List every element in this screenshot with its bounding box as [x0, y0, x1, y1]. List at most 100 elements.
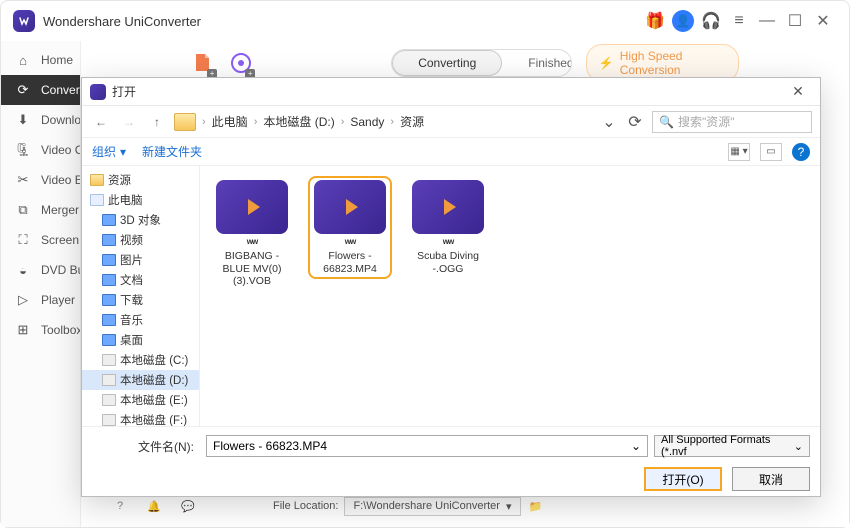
breadcrumb-sep: ›: [202, 116, 206, 128]
tree-item[interactable]: 本地磁盘 (C:): [82, 350, 199, 370]
dialog-nav: ← → ↑ › 此电脑 › 本地磁盘 (D:) › Sandy › 资源 ⌄ ⟳…: [82, 106, 820, 138]
help-button[interactable]: ?: [792, 143, 810, 161]
filename-label: 文件名(N):: [92, 438, 200, 455]
high-speed-label: High Speed Conversion: [620, 49, 726, 77]
tree-item[interactable]: 本地磁盘 (F:): [82, 410, 199, 426]
tree-item[interactable]: 图片: [82, 250, 199, 270]
nav-forward-button[interactable]: →: [118, 111, 140, 133]
tree-label: 本地磁盘 (D:): [120, 372, 188, 388]
tree-label: 图片: [120, 252, 143, 268]
file-item[interactable]: wwScuba Diving -.OGG: [406, 176, 490, 279]
organize-menu[interactable]: 组织▾: [92, 143, 126, 160]
view-mode-button[interactable]: ▦ ▾: [728, 143, 750, 161]
file-brand: ww: [220, 236, 284, 246]
file-item[interactable]: ww Flowers - 66823.MP4: [308, 176, 392, 279]
tab-converting[interactable]: Converting: [392, 50, 502, 76]
breadcrumb-dropdown[interactable]: ⌄: [600, 112, 618, 132]
maximize-button[interactable]: ☐: [781, 7, 809, 35]
tree-item[interactable]: 视频: [82, 230, 199, 250]
nav-label: Merger: [41, 203, 79, 217]
chevron-down-icon: ⌄: [794, 440, 803, 453]
nav-label: Screen Recorder: [41, 233, 80, 247]
tree-icon: [102, 294, 116, 306]
sidebar-item[interactable]: ⟳Converter: [1, 75, 80, 105]
tree-icon: [102, 314, 116, 326]
breadcrumb[interactable]: 此电脑: [212, 113, 248, 130]
file-brand: ww: [416, 236, 480, 246]
tree-item[interactable]: 音乐: [82, 310, 199, 330]
tree-item[interactable]: 此电脑: [82, 190, 199, 210]
nav-back-button[interactable]: ←: [90, 111, 112, 133]
sidebar-item[interactable]: ✂Video Editor: [1, 165, 80, 195]
file-brand: ww: [318, 236, 382, 246]
app-title: Wondershare UniConverter: [43, 14, 201, 29]
sidebar-item[interactable]: ⬇Downloader: [1, 105, 80, 135]
tree-icon: [102, 374, 116, 386]
add-file-button[interactable]: +: [191, 49, 215, 77]
support-icon[interactable]: 🎧: [697, 7, 725, 35]
tree-item[interactable]: 3D 对象: [82, 210, 199, 230]
bell-icon[interactable]: 🔔: [145, 497, 163, 515]
sidebar-item[interactable]: ◒ DVD Burner: [1, 255, 80, 285]
nav-icon: ◒: [15, 262, 31, 278]
user-avatar[interactable]: 👤: [669, 7, 697, 35]
nav-icon: ⊞: [15, 322, 31, 338]
tree-item[interactable]: 本地磁盘 (E:): [82, 390, 199, 410]
search-icon: 🔍: [659, 115, 674, 129]
tree-item[interactable]: 文档: [82, 270, 199, 290]
nav-icon: ⛶: [15, 232, 31, 248]
tree-item[interactable]: 下载: [82, 290, 199, 310]
search-placeholder: 搜索"资源": [678, 113, 735, 130]
refresh-button[interactable]: ⟳: [624, 112, 646, 132]
cancel-button[interactable]: 取消: [732, 467, 810, 491]
filename-input[interactable]: Flowers - 66823.MP4 ⌄: [206, 435, 648, 457]
open-folder-icon[interactable]: 📁: [527, 497, 545, 515]
tree-item[interactable]: 资源: [82, 170, 199, 190]
gift-icon[interactable]: 🎁: [641, 7, 669, 35]
open-file-dialog: 打开 ✕ ← → ↑ › 此电脑 › 本地磁盘 (D:) › Sandy › 资…: [81, 77, 821, 497]
breadcrumb[interactable]: 资源: [400, 113, 424, 130]
file-location-label: File Location:: [273, 500, 338, 512]
file-location-select[interactable]: F:\Wondershare UniConverter ▾: [344, 497, 520, 516]
file-item[interactable]: ww BIGBANG - BLUE MV(0)(3).VOB: [210, 176, 294, 292]
breadcrumb[interactable]: 本地磁盘 (D:): [263, 113, 334, 130]
sidebar-item[interactable]: ▷Player: [1, 285, 80, 315]
add-dvd-button[interactable]: +: [229, 49, 253, 77]
file-type-filter[interactable]: All Supported Formats (*.nvf ⌄: [654, 435, 810, 457]
tab-finished[interactable]: Finished: [502, 50, 572, 76]
dialog-close-button[interactable]: ✕: [784, 83, 812, 100]
sidebar-item[interactable]: ⧉Merger: [1, 195, 80, 225]
tree-item[interactable]: 本地磁盘 (D:): [82, 370, 199, 390]
tree-icon: [102, 234, 116, 246]
nav-icon: ✂: [15, 172, 31, 188]
sidebar-item[interactable]: ⌂Home: [1, 45, 80, 75]
help-icon[interactable]: ?: [111, 497, 129, 515]
folder-tree: 资源此电脑3D 对象视频图片文档下载音乐桌面本地磁盘 (C:) 本地磁盘 (D:)…: [82, 166, 200, 426]
menu-icon[interactable]: ≡: [725, 7, 753, 35]
dialog-title: 打开: [112, 83, 136, 100]
breadcrumb[interactable]: Sandy: [350, 115, 384, 129]
search-input[interactable]: 🔍 搜索"资源": [652, 111, 812, 133]
feedback-icon[interactable]: 💬: [179, 497, 197, 515]
nav-up-button[interactable]: ↑: [146, 111, 168, 133]
open-button[interactable]: 打开(O): [644, 467, 722, 491]
tree-item[interactable]: 桌面: [82, 330, 199, 350]
dialog-titlebar: 打开 ✕: [82, 78, 820, 106]
bolt-icon: ⚡: [599, 56, 614, 70]
new-folder-button[interactable]: 新建文件夹: [142, 143, 202, 160]
folder-icon: [174, 113, 196, 131]
file-name: Flowers - 66823.MP4: [312, 250, 388, 275]
chevron-down-icon: ⌄: [631, 439, 641, 453]
close-button[interactable]: ✕: [809, 7, 837, 35]
sidebar-item[interactable]: ⊞Toolbox: [1, 315, 80, 345]
sidebar-item[interactable]: ⛶ Screen Recorder: [1, 225, 80, 255]
nav-label: DVD Burner: [41, 263, 80, 277]
sidebar-item[interactable]: 🗜Video Compressor: [1, 135, 80, 165]
minimize-button[interactable]: —: [753, 7, 781, 35]
nav-icon: 🗜: [15, 142, 31, 158]
chevron-down-icon: ▾: [506, 500, 512, 513]
file-name: BIGBANG - BLUE MV(0)(3).VOB: [214, 250, 290, 288]
nav-icon: ⌂: [15, 52, 31, 68]
titlebar: Wondershare UniConverter 🎁 👤 🎧 ≡ — ☐ ✕: [1, 1, 849, 41]
preview-pane-button[interactable]: ▭: [760, 143, 782, 161]
